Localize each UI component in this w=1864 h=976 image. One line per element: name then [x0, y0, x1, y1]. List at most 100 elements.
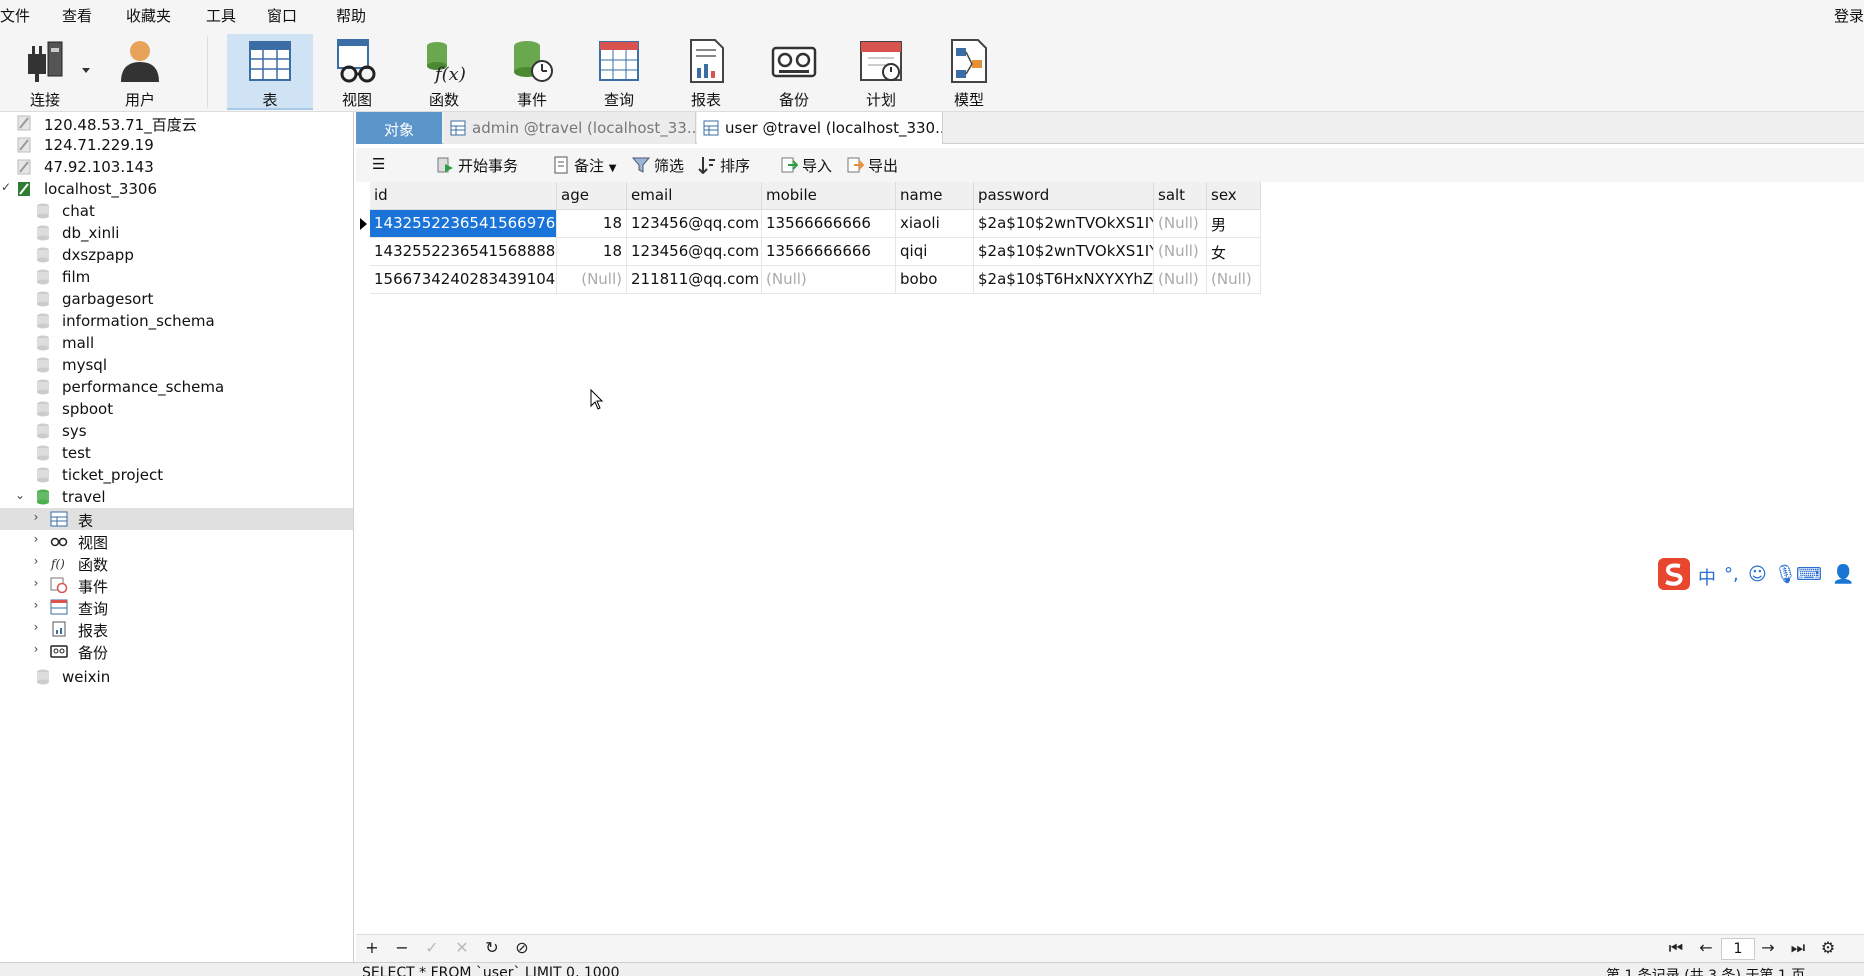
grid-cell-email[interactable]: 123456@qq.com — [627, 238, 762, 266]
chevron-right-icon[interactable]: › — [30, 642, 42, 656]
chevron-down-icon[interactable]: ✓ — [0, 180, 12, 194]
gear-icon[interactable]: ⚙ — [1818, 938, 1838, 957]
tree-database[interactable]: db_xinli — [0, 222, 353, 244]
grid-cell-mobile[interactable]: (Null) — [762, 266, 896, 294]
column-header-name[interactable]: name — [896, 182, 974, 210]
tree-object-view[interactable]: › 视图 — [0, 530, 353, 552]
menu-file[interactable]: 文件 — [0, 5, 30, 26]
tree-connection[interactable]: 124.71.229.19 — [0, 134, 353, 156]
menu-tools[interactable]: 工具 — [206, 5, 236, 26]
tree-database[interactable]: performance_schema — [0, 376, 353, 398]
chevron-right-icon[interactable]: › — [30, 620, 42, 634]
tree-database[interactable]: spboot — [0, 398, 353, 420]
apply-icon[interactable]: ✓ — [422, 938, 442, 957]
tree-database-travel[interactable]: ⌄ travel — [0, 486, 353, 508]
menu-window[interactable]: 窗口 — [267, 5, 297, 26]
column-header-id[interactable]: id — [370, 182, 557, 210]
ime-punctuation-icon[interactable]: °, — [1724, 564, 1739, 585]
tree-object-function[interactable]: › f() 函数 — [0, 552, 353, 574]
toolbar-report-button[interactable]: 报表 — [663, 34, 749, 110]
toolbar-connect-button[interactable]: 连接 — [2, 34, 90, 110]
export-button[interactable]: 导出 — [846, 155, 898, 176]
toolbar-table-button[interactable]: 表 — [227, 34, 313, 110]
tree-database[interactable]: weixin — [0, 666, 353, 688]
grid-cell-id[interactable]: 1432552236541566976 — [370, 210, 557, 238]
column-header-mobile[interactable]: mobile — [762, 182, 896, 210]
tab-admin-table[interactable]: admin @travel (localhost_33... — [444, 112, 696, 144]
tree-database[interactable]: dxszpapp — [0, 244, 353, 266]
begin-transaction-button[interactable]: 开始事务 — [436, 155, 518, 176]
chevron-right-icon[interactable]: › — [30, 576, 42, 590]
ime-emoji-icon[interactable]: ☺ — [1748, 564, 1767, 585]
sogou-logo-icon[interactable] — [1656, 556, 1692, 592]
grid-cell-age[interactable]: 18 — [557, 238, 627, 266]
menu-favorites[interactable]: 收藏夹 — [126, 5, 171, 26]
grid-cell-sex[interactable]: (Null) — [1207, 266, 1261, 294]
toolbar-event-button[interactable]: 事件 — [489, 34, 575, 110]
grid-cell-salt[interactable]: (Null) — [1154, 210, 1207, 238]
sort-button[interactable]: 排序 — [698, 155, 750, 176]
filter-button[interactable]: 筛选 — [632, 155, 684, 176]
chevron-right-icon[interactable]: › — [30, 598, 42, 612]
column-header-age[interactable]: age — [557, 182, 627, 210]
column-header-email[interactable]: email — [627, 182, 762, 210]
login-link[interactable]: 登录 — [1834, 5, 1864, 26]
tree-database[interactable]: ticket_project — [0, 464, 353, 486]
discard-icon[interactable]: ✕ — [452, 938, 472, 957]
grid-cell-age[interactable]: 18 — [557, 210, 627, 238]
grid-cell-id[interactable]: 1566734240283439104 — [370, 266, 557, 294]
grid-cell-password[interactable]: $2a$10$2wnTVOkXS1IYcr — [974, 210, 1154, 238]
tree-connection[interactable]: 120.48.53.71_百度云 — [0, 112, 353, 134]
grid-cell-email[interactable]: 211811@qq.com — [627, 266, 762, 294]
column-header-salt[interactable]: salt — [1154, 182, 1207, 210]
grid-cell-sex[interactable]: 女 — [1207, 238, 1261, 266]
tree-connection-localhost[interactable]: ✓ localhost_3306 — [0, 178, 353, 200]
column-header-sex[interactable]: sex — [1207, 182, 1261, 210]
ime-voice-icon[interactable]: 🎙 — [1774, 564, 1797, 585]
tree-object-table[interactable]: › 表 — [0, 508, 353, 530]
chevron-down-icon[interactable] — [82, 68, 90, 74]
note-button[interactable]: 备注 ▼ — [552, 155, 617, 176]
tree-database[interactable]: test — [0, 442, 353, 464]
tree-database[interactable]: sys — [0, 420, 353, 442]
row-marker[interactable] — [356, 266, 370, 294]
tree-object-query[interactable]: › 查询 — [0, 596, 353, 618]
chevron-right-icon[interactable]: › — [30, 510, 42, 524]
grid-cell-password[interactable]: $2a$10$2wnTVOkXS1IYcr — [974, 238, 1154, 266]
toolbar-schedule-button[interactable]: 计划 — [838, 34, 924, 110]
import-button[interactable]: 导入 — [780, 155, 832, 176]
grid-cell-salt[interactable]: (Null) — [1154, 266, 1207, 294]
stop-icon[interactable]: ⊘ — [512, 938, 532, 957]
tree-object-backup[interactable]: › 备份 — [0, 640, 353, 662]
tree-object-report[interactable]: › 报表 — [0, 618, 353, 640]
first-page-icon[interactable]: ⏮ — [1666, 938, 1686, 958]
grid-cell-age[interactable]: (Null) — [557, 266, 627, 294]
refresh-icon[interactable]: ↻ — [482, 938, 502, 957]
last-page-icon[interactable]: ⏭ — [1788, 938, 1808, 958]
grid-cell-name[interactable]: xiaoli — [896, 210, 974, 238]
tree-object-event[interactable]: › 事件 — [0, 574, 353, 596]
tree-database[interactable]: mysql — [0, 354, 353, 376]
ime-chinese-mode[interactable]: 中 — [1698, 564, 1716, 590]
grid-cell-name[interactable]: qiqi — [896, 238, 974, 266]
chevron-right-icon[interactable]: › — [30, 532, 42, 546]
ime-keyboard-icon[interactable]: ⌨ — [1796, 564, 1822, 585]
chevron-down-icon[interactable]: ⌄ — [14, 488, 26, 502]
menu-view[interactable]: 查看 — [62, 5, 92, 26]
next-page-icon[interactable]: → — [1758, 938, 1778, 957]
grid-cell-email[interactable]: 123456@qq.com — [627, 210, 762, 238]
grid-cell-mobile[interactable]: 13566666666 — [762, 238, 896, 266]
tree-database[interactable]: mall — [0, 332, 353, 354]
toolbar-query-button[interactable]: 查询 — [576, 34, 662, 110]
chevron-right-icon[interactable]: › — [30, 554, 42, 568]
grid-cell-name[interactable]: bobo — [896, 266, 974, 294]
tree-database[interactable]: chat — [0, 200, 353, 222]
menu-help[interactable]: 帮助 — [336, 5, 366, 26]
tab-objects[interactable]: 对象 — [356, 112, 442, 144]
row-marker[interactable] — [356, 238, 370, 266]
toolbar-model-button[interactable]: 模型 — [926, 34, 1012, 110]
tree-database[interactable]: garbagesort — [0, 288, 353, 310]
page-number-field[interactable]: 1 — [1721, 938, 1755, 960]
prev-page-icon[interactable]: ← — [1696, 938, 1716, 957]
toolbar-view-button[interactable]: 视图 — [314, 34, 400, 110]
